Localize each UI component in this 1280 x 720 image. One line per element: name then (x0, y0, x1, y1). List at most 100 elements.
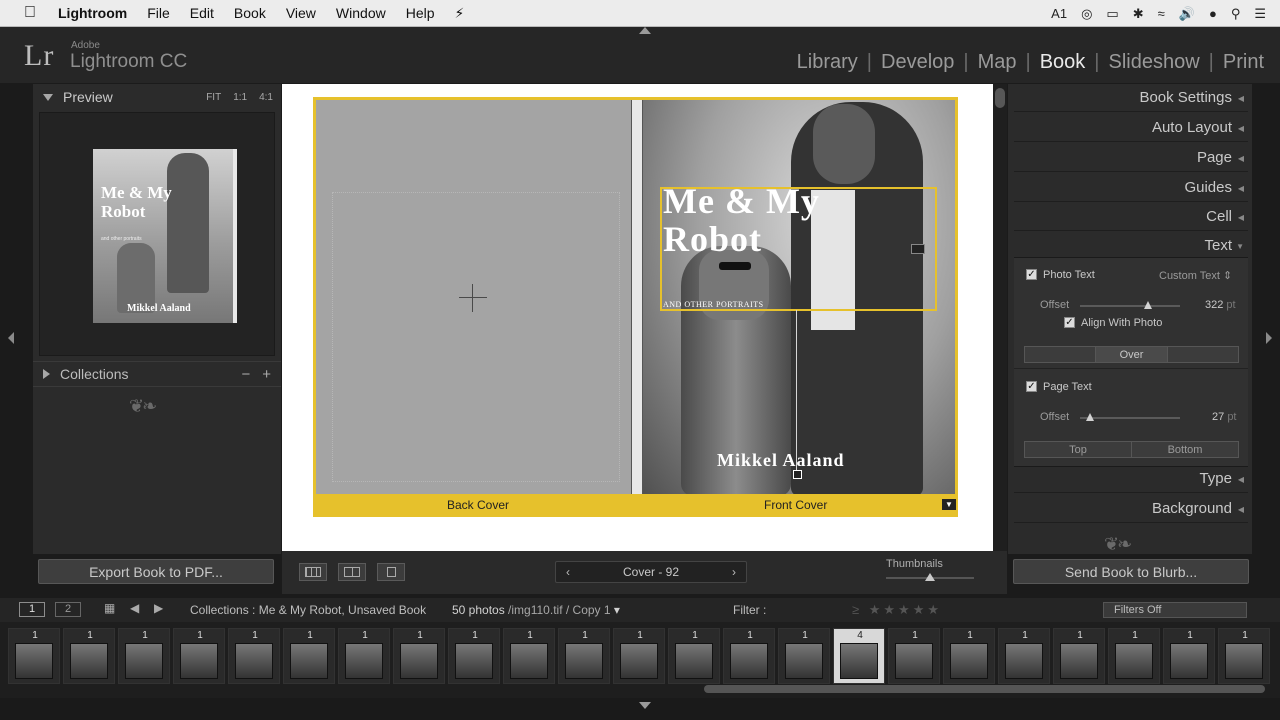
photo-text-offset-slider[interactable] (1080, 301, 1180, 309)
next-page-icon[interactable]: › (732, 565, 736, 579)
page-text-bottom-button[interactable]: Bottom (1132, 442, 1238, 457)
export-pdf-button[interactable]: Export Book to PDF... (38, 559, 274, 584)
collections-header[interactable]: Collections − + (33, 361, 281, 387)
slider-knob[interactable] (1086, 413, 1094, 421)
page-text-offset-slider[interactable] (1080, 413, 1180, 421)
module-print[interactable]: Print (1223, 51, 1264, 74)
slider-knob[interactable] (925, 573, 935, 581)
filmstrip-thumbnail[interactable]: 1 (1163, 628, 1215, 684)
single-page-view-button[interactable] (377, 563, 405, 581)
airplay-icon[interactable]: ▭ (1106, 6, 1118, 22)
filmstrip-thumbnail[interactable]: 1 (8, 628, 60, 684)
user-icon[interactable]: ● (1209, 6, 1217, 21)
notification-list-icon[interactable]: ☰ (1254, 6, 1266, 22)
module-map[interactable]: Map (978, 51, 1017, 74)
filter-preset-select[interactable]: Filters Off (1103, 602, 1247, 618)
menu-view[interactable]: View (286, 5, 316, 21)
filmstrip-thumbnail[interactable]: 1 (613, 628, 665, 684)
window-2-button[interactable]: 2 (55, 602, 81, 617)
filmstrip-scrollbar[interactable] (704, 685, 1265, 693)
bluetooth-icon[interactable]: ✱ (1133, 6, 1144, 22)
collapse-left-panel-icon[interactable] (8, 332, 14, 344)
preview-header[interactable]: Preview FIT 1:1 4:1 (33, 84, 281, 110)
filmstrip-thumbnail[interactable]: 1 (448, 628, 500, 684)
source-path[interactable]: Collections : Me & My Robot, Unsaved Boo… (190, 603, 426, 617)
filmstrip-thumbnail[interactable]: 1 (118, 628, 170, 684)
section-auto-layout[interactable]: Auto Layout ◀ (1014, 114, 1248, 142)
page-text-top-button[interactable]: Top (1025, 442, 1132, 457)
multi-page-view-button[interactable] (299, 563, 327, 581)
filmstrip-thumbnail[interactable]: 1 (1108, 628, 1160, 684)
section-background[interactable]: Background ◀ (1014, 495, 1248, 523)
filmstrip-thumbnail[interactable]: 1 (338, 628, 390, 684)
zoom-4-1[interactable]: 4:1 (259, 92, 273, 103)
photo-text-offset-value[interactable]: 322 pt (1205, 299, 1236, 311)
front-cover-photo[interactable]: Me & My Robot AND OTHER PORTRAITS Mikkel … (643, 100, 955, 496)
filmstrip-thumbnail[interactable]: 1 (723, 628, 775, 684)
search-icon[interactable]: ⚲ (1231, 6, 1241, 22)
send-to-blurb-button[interactable]: Send Book to Blurb... (1013, 559, 1249, 584)
filmstrip-thumbnail[interactable]: 1 (778, 628, 830, 684)
section-page[interactable]: Page ◀ (1014, 144, 1248, 172)
photo-text-above-button[interactable] (1025, 347, 1097, 362)
filmstrip-thumbnail[interactable]: 4 (833, 628, 885, 684)
menu-book[interactable]: Book (234, 5, 266, 21)
menu-app-lightroom[interactable]: Lightroom (58, 5, 127, 21)
filmstrip-thumbnail[interactable]: 1 (63, 628, 115, 684)
menu-extra-icon[interactable]: ⚡ (455, 5, 465, 22)
photo-text-below-button[interactable] (1167, 347, 1238, 362)
add-collection-icon[interactable]: + (262, 366, 271, 383)
filmstrip-thumbnail[interactable]: 1 (283, 628, 335, 684)
module-book[interactable]: Book (1040, 51, 1086, 74)
menu-file[interactable]: File (147, 5, 170, 21)
filmstrip-thumbnail[interactable]: 1 (1053, 628, 1105, 684)
section-text[interactable]: Text ▼ (1014, 232, 1248, 260)
previous-page-icon[interactable]: ‹ (566, 565, 570, 579)
menu-help[interactable]: Help (406, 5, 435, 21)
filmstrip-thumbnail[interactable]: 1 (503, 628, 555, 684)
section-book-settings[interactable]: Book Settings ◀ (1014, 84, 1248, 112)
menu-window[interactable]: Window (336, 5, 386, 21)
page-options-dropdown-icon[interactable]: ▼ (942, 499, 956, 510)
filmstrip-thumbnail[interactable]: 1 (558, 628, 610, 684)
filmstrip-thumbnail[interactable]: 1 (998, 628, 1050, 684)
rating-filter-stars[interactable]: ≥ ★★★★★ (852, 602, 942, 618)
zoom-fit[interactable]: FIT (206, 92, 221, 103)
filmstrip-thumbnail[interactable]: 1 (228, 628, 280, 684)
filmstrip-thumbnail[interactable]: 1 (173, 628, 225, 684)
filmstrip-thumbnail[interactable]: 1 (668, 628, 720, 684)
back-arrow-icon[interactable]: ◀ (130, 601, 139, 615)
page-text-offset-value[interactable]: 27 pt (1212, 411, 1237, 423)
filmstrip-thumbnail[interactable]: 1 (888, 628, 940, 684)
photo-text-checkbox[interactable]: ✓ (1026, 269, 1037, 280)
book-spine[interactable] (631, 100, 643, 514)
photo-text-mode-select[interactable]: Custom Text ⇕ (1159, 269, 1232, 282)
text-box-menu-icon[interactable] (911, 244, 925, 254)
adobe-status-icon[interactable]: A1 (1051, 6, 1067, 21)
thumbnail-size-slider[interactable] (886, 573, 974, 581)
slider-knob[interactable] (1144, 301, 1152, 309)
forward-arrow-icon[interactable]: ▶ (154, 601, 163, 615)
back-cover-photo-cell[interactable] (332, 192, 620, 482)
filmstrip-thumbnail[interactable]: 1 (943, 628, 995, 684)
module-slideshow[interactable]: Slideshow (1109, 51, 1200, 74)
section-cell[interactable]: Cell ◀ (1014, 203, 1248, 231)
spread-view-button[interactable] (338, 563, 366, 581)
wifi-icon[interactable]: ≈ (1158, 6, 1165, 21)
cover-author[interactable]: Mikkel Aaland (717, 450, 845, 471)
remove-collection-icon[interactable]: − (241, 366, 250, 383)
zoom-1-1[interactable]: 1:1 (233, 92, 247, 103)
apple-icon[interactable]:  (24, 4, 44, 22)
cover-spread[interactable]: Me & My Robot AND OTHER PORTRAITS Mikkel … (313, 97, 958, 517)
menu-edit[interactable]: Edit (190, 5, 214, 21)
volume-icon[interactable]: 🔊 (1179, 6, 1195, 22)
grid-view-icon[interactable]: ▦ (104, 601, 115, 615)
canvas-scrollbar[interactable] (993, 84, 1007, 551)
section-type[interactable]: Type ◀ (1014, 465, 1248, 493)
filmstrip-thumbnail[interactable]: 1 (1218, 628, 1270, 684)
photo-text-over-button[interactable]: Over (1096, 347, 1168, 362)
photo-count[interactable]: 50 photos /img110.tif / Copy 1 ▾ (452, 603, 620, 617)
filmstrip-thumbnail[interactable]: 1 (393, 628, 445, 684)
window-1-button[interactable]: 1 (19, 602, 45, 617)
page-text-checkbox[interactable]: ✓ (1026, 381, 1037, 392)
